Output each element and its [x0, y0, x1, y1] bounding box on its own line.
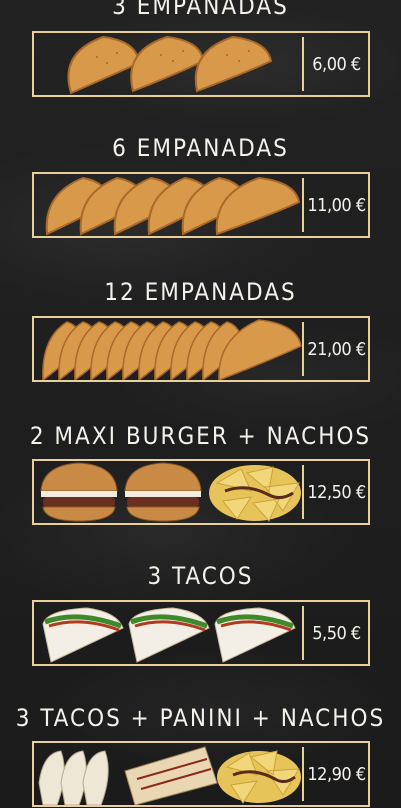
empanada-image	[67, 35, 273, 95]
item-price: 12,90 €	[307, 763, 366, 785]
empanada-image	[42, 319, 302, 380]
item-frame: 12,50 €	[32, 459, 370, 525]
item-title: 6 EMPANADAS	[112, 134, 289, 162]
item-frame: 6,00 €	[32, 31, 370, 97]
item-frame: 5,50 €	[32, 600, 370, 666]
empanada-image	[45, 176, 301, 236]
item-title: 3 EMPANADAS	[112, 0, 289, 20]
burger-nachos-image	[40, 462, 301, 522]
item-frame: 12,90 €	[32, 741, 370, 807]
item-title: 3 TACOS + PANINI + NACHOS	[15, 704, 386, 732]
tacos-panini-nachos-image	[38, 746, 301, 805]
item-title: 12 EMPANADAS	[104, 278, 297, 306]
item-title: 3 TACOS	[147, 562, 254, 590]
tacos-image	[42, 607, 296, 663]
item-frame: 11,00 €	[32, 172, 370, 238]
divider-line	[302, 37, 304, 91]
item-title: 2 MAXI BURGER + NACHOS	[29, 422, 372, 450]
item-price: 5,50 €	[312, 622, 361, 644]
divider-line	[302, 322, 304, 376]
divider-line	[302, 747, 304, 801]
divider-line	[302, 465, 304, 519]
item-price: 11,00 €	[307, 194, 366, 216]
chalkboard-background	[0, 0, 401, 808]
item-price: 21,00 €	[307, 338, 366, 360]
divider-line	[302, 178, 304, 232]
item-price: 12,50 €	[307, 481, 366, 503]
item-frame: 21,00 €	[32, 316, 370, 382]
divider-line	[302, 606, 304, 660]
item-price: 6,00 €	[312, 53, 361, 75]
